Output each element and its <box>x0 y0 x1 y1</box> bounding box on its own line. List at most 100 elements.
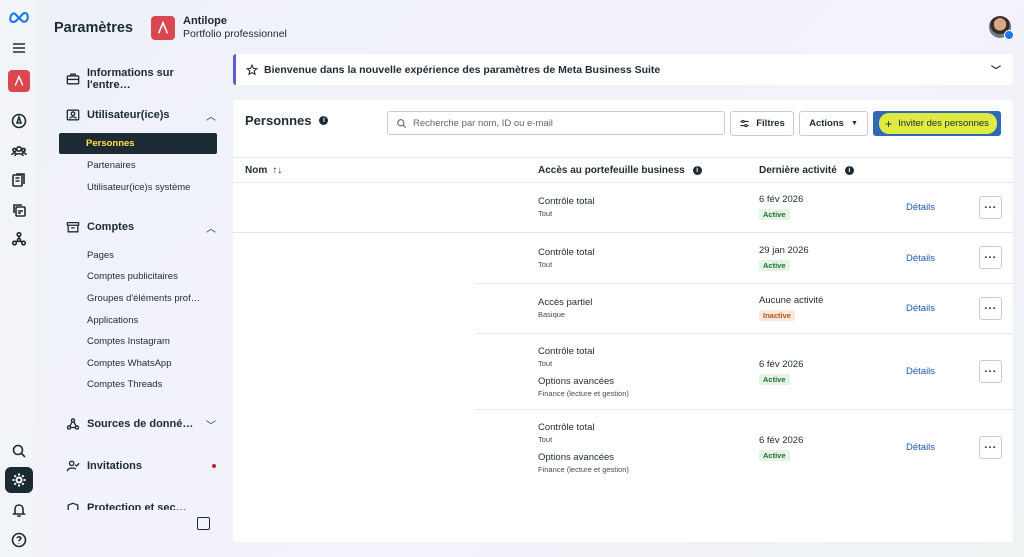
users-icon <box>66 109 80 121</box>
assets-icon[interactable] <box>5 197 33 223</box>
nav-section-label: Sources de donné… <box>87 418 194 430</box>
nav-section-accounts[interactable]: Comptes ︿ <box>66 220 216 235</box>
bell-icon[interactable] <box>5 497 33 523</box>
column-access: Accès au portefeuille business i <box>538 165 702 176</box>
access-cell: Contrôle total Tout <box>538 247 595 269</box>
access-cell: Contrôle total Tout <box>538 196 595 218</box>
global-nav-rail <box>0 0 38 557</box>
details-link[interactable]: Détails <box>906 202 935 213</box>
access-cell: Contrôle total Tout Options avancées Fin… <box>538 422 629 474</box>
details-link[interactable]: Détails <box>906 442 935 453</box>
search-icon <box>397 118 407 128</box>
archive-icon <box>66 221 80 233</box>
star-icon <box>246 63 258 75</box>
nav-item-personnes[interactable]: Personnes <box>59 133 217 154</box>
nav-section-users[interactable]: Utilisateur(ice)s ︿ <box>66 108 216 123</box>
nav-section-security[interactable]: Protection et sec… <box>66 502 216 510</box>
pages-icon[interactable] <box>5 167 33 193</box>
table-row[interactable]: Contrôle total Tout Options avancées Fin… <box>233 334 1013 410</box>
plus-icon: + <box>885 116 893 131</box>
nav-item-applications[interactable]: Applications <box>87 315 138 326</box>
activity-cell: 6 fév 2026 Active <box>759 194 804 220</box>
collapse-sidebar-icon[interactable] <box>197 517 210 530</box>
status-badge: Active <box>759 374 790 385</box>
banner-text: Bienvenue dans la nouvelle expérience de… <box>264 63 661 76</box>
menu-icon[interactable] <box>5 35 33 61</box>
page-title: Paramètres <box>54 20 133 36</box>
avatar[interactable] <box>989 16 1014 40</box>
notification-dot <box>212 464 216 468</box>
table-row[interactable]: Contrôle total Tout 29 jan 2026 Active D… <box>233 233 1013 284</box>
shield-icon <box>67 502 79 510</box>
welcome-banner[interactable]: Bienvenue dans la nouvelle expérience de… <box>233 54 1013 85</box>
more-options-button[interactable]: ··· <box>979 297 1002 320</box>
nav-item-partenaires[interactable]: Partenaires <box>87 160 136 171</box>
filters-button[interactable]: Filtres <box>730 111 794 136</box>
column-name[interactable]: Nom ↑↓ <box>245 165 282 176</box>
portfolio-name: Antilope <box>183 15 227 27</box>
business-portfolio-selector[interactable]: Antilope Portfolio professionnel <box>151 15 287 41</box>
more-options-button[interactable]: ··· <box>979 246 1002 269</box>
search-field[interactable] <box>387 111 725 135</box>
activity-cell: Aucune activité Inactive <box>759 295 824 321</box>
more-options-button[interactable]: ··· <box>979 360 1002 383</box>
details-link[interactable]: Détails <box>906 303 935 314</box>
activity-cell: 6 fév 2026 Active <box>759 359 804 385</box>
table-row[interactable]: Contrôle total Tout Options avancées Fin… <box>233 410 1013 486</box>
info-icon[interactable]: i <box>692 166 702 175</box>
status-badge: Inactive <box>759 310 795 321</box>
portfolio-type: Portfolio professionnel <box>183 28 287 40</box>
compass-icon[interactable] <box>5 108 33 134</box>
table-row[interactable]: Accès partiel Basique Aucune activité In… <box>233 284 1013 334</box>
nav-section-label: Protection et sec… <box>87 502 187 510</box>
nav-item-instagram-accounts[interactable]: Comptes Instagram <box>87 336 170 347</box>
sort-icon[interactable]: ↑↓ <box>272 165 282 176</box>
sliders-icon <box>740 119 749 128</box>
chevron-down-icon[interactable]: ﹀ <box>991 62 1001 77</box>
business-logo-icon[interactable] <box>5 68 33 94</box>
activity-cell: 6 fév 2026 Active <box>759 435 804 461</box>
invite-people-button[interactable]: + Inviter des personnes <box>873 111 1001 136</box>
activity-cell: 29 jan 2026 Active <box>759 245 809 271</box>
nav-item-asset-groups[interactable]: Groupes d'éléments prof… <box>87 293 200 304</box>
help-icon[interactable] <box>5 527 33 553</box>
nav-section-label: Informations sur l'entre… <box>87 67 174 91</box>
nav-section-business-info[interactable]: Informations sur l'entre… <box>66 67 216 91</box>
actions-button[interactable]: Actions ▼ <box>799 111 868 136</box>
meta-logo-icon[interactable] <box>5 4 33 30</box>
nav-item-whatsapp-accounts[interactable]: Comptes WhatsApp <box>87 358 171 369</box>
nav-section-label: Invitations <box>87 460 143 472</box>
invite-person-icon <box>66 460 80 472</box>
nav-item-ad-accounts[interactable]: Comptes publicitaires <box>87 271 178 282</box>
chevron-down-icon: ﹀ <box>206 420 216 432</box>
table-row[interactable]: Contrôle total Tout 6 fév 2026 Active Dé… <box>233 183 1013 233</box>
more-options-button[interactable]: ··· <box>979 196 1002 219</box>
details-link[interactable]: Détails <box>906 366 935 377</box>
nav-section-label: Utilisateur(ice)s <box>87 109 170 121</box>
chevron-up-icon: ︿ <box>206 111 216 123</box>
chevron-up-icon: ︿ <box>206 223 216 235</box>
nav-section-data-sources[interactable]: Sources de donné… ﹀ <box>66 417 216 432</box>
people-title: Personnes i <box>245 113 329 128</box>
network-icon[interactable] <box>5 226 33 252</box>
nav-item-system-users[interactable]: Utilisateur(ice)s système <box>87 182 190 193</box>
settings-icon[interactable] <box>5 467 33 493</box>
nav-item-threads-accounts[interactable]: Comptes Threads <box>87 379 162 390</box>
people-group-icon[interactable] <box>5 138 33 164</box>
briefcase-icon <box>66 73 80 85</box>
more-options-button[interactable]: ··· <box>979 436 1002 459</box>
table-header: Nom ↑↓ Accès au portefeuille business i … <box>233 157 1013 183</box>
info-icon[interactable]: i <box>844 166 854 175</box>
search-input[interactable] <box>413 117 713 129</box>
status-badge: Active <box>759 209 790 220</box>
info-icon[interactable]: i <box>319 116 329 125</box>
caret-down-icon: ▼ <box>850 120 858 127</box>
access-cell: Contrôle total Tout Options avancées Fin… <box>538 346 629 398</box>
nav-item-pages[interactable]: Pages <box>87 250 114 261</box>
data-sources-icon <box>66 418 80 430</box>
nav-section-invitations[interactable]: Invitations <box>66 459 216 473</box>
search-icon[interactable] <box>5 438 33 464</box>
details-link[interactable]: Détails <box>906 253 935 264</box>
access-cell: Accès partiel Basique <box>538 297 593 319</box>
column-last-activity: Dernière activité i <box>759 165 854 176</box>
